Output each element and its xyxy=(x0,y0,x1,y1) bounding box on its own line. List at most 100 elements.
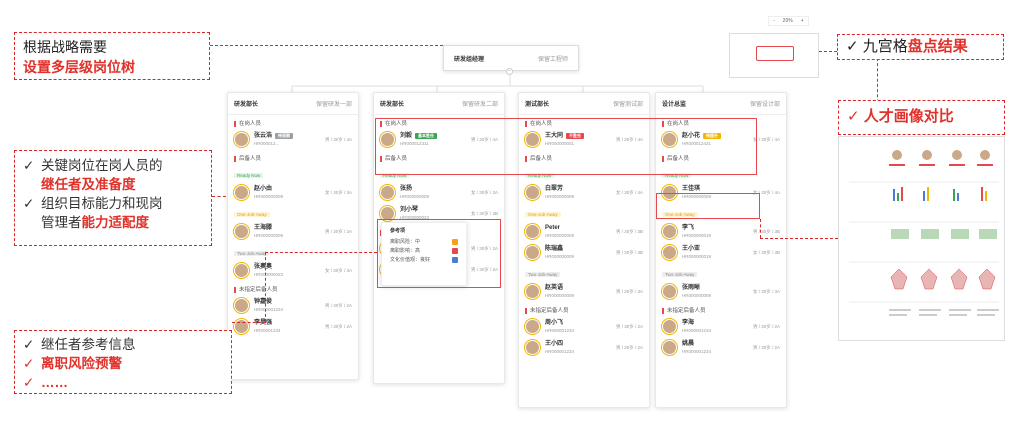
person-info: 张奥奥 HR000000023 xyxy=(254,264,283,278)
person-card[interactable]: 钟嘉俊 HR000001234 男 / 30岁 / 2A xyxy=(228,295,358,316)
section-marker xyxy=(234,286,236,293)
person-card[interactable]: 李昊强 HR00001234 男 / 30岁 / 2A xyxy=(228,316,358,337)
check-icon: ✓ xyxy=(23,356,35,371)
person-card[interactable]: 张扬 HR000000009 女 / 30岁 / 3A xyxy=(374,182,504,203)
person-card[interactable]: Peter HR000000009 男 / 30岁 / 3B xyxy=(519,221,649,242)
talent-portrait-graphics xyxy=(849,150,999,316)
check-icon: ✓ xyxy=(23,337,35,352)
check-icon: ✓ xyxy=(23,375,35,390)
avatar xyxy=(662,340,677,355)
person-card[interactable]: 张奥奥 HR000000023 女 / 30岁 / 3A xyxy=(228,260,358,281)
person-name: 张云浩 待观察 xyxy=(254,132,294,140)
callout-ninebox-highlight: 盘点结果 xyxy=(907,38,968,55)
column-subtitle: 保留设计部 xyxy=(749,102,780,108)
section-marker xyxy=(525,307,527,314)
person-name: 李昊强 xyxy=(254,319,273,326)
person-card[interactable]: 张云浩 待观察 HR000012... 男 / 30岁 / 4A xyxy=(228,129,358,150)
column-title: 设计总监 xyxy=(662,102,687,108)
readiness-tag: One-Job-Away xyxy=(525,212,561,217)
person-code: HR000000009 xyxy=(400,193,430,199)
person-meta: 女 / 30岁 / 3A xyxy=(752,288,780,294)
column-subtitle: 保留研发一部 xyxy=(315,102,352,108)
person-info: 姚晨 HR000001234 xyxy=(682,341,711,355)
column-header[interactable]: 测试部长 保留测试部 xyxy=(519,93,649,115)
person-name: 周小飞 xyxy=(545,319,564,326)
person-code: HR000001234 xyxy=(254,306,284,312)
candidate-highlight xyxy=(656,193,760,219)
callout-ninebox: ✓ 九宫格盘点结果 xyxy=(837,34,1004,60)
person-name: 张雨晰 xyxy=(682,284,701,291)
person-code: HR000001234 xyxy=(682,348,712,354)
section-marker xyxy=(662,307,664,314)
person-code: HR000000009 xyxy=(682,292,712,298)
key-item2-text: 组织目标能力和现岗 xyxy=(41,196,163,211)
talent-portrait-panel xyxy=(838,136,1005,341)
avatar xyxy=(234,185,249,200)
person-info: 白翠芳 HR000000009 xyxy=(545,186,574,200)
avatar xyxy=(525,224,540,239)
check-icon: ✓ xyxy=(847,108,860,125)
person-card[interactable]: 赵小由 HR000000009 女 / 30岁 / 3A xyxy=(228,182,358,203)
callout-ninebox-text: 九宫格 xyxy=(862,38,908,55)
person-code: HR000000009 xyxy=(254,193,284,199)
check-icon: ✓ xyxy=(846,38,859,55)
person-info: 张云浩 待观察 HR000012... xyxy=(254,132,294,147)
avatar xyxy=(525,185,540,200)
person-card[interactable]: 陈瑞鑫 HR000000009 男 / 30岁 / 3B xyxy=(519,242,649,263)
person-name: 白翠芳 xyxy=(545,185,564,192)
person-code: HR000012... xyxy=(254,140,280,146)
readiness-tag: Two-Job-Away xyxy=(525,272,561,277)
column-header[interactable]: 研发部长 保留研发二部 xyxy=(374,93,504,115)
person-card[interactable]: 白翠芳 HR000000009 女 / 30岁 / 4A xyxy=(519,182,649,203)
person-meta: 男 / 30岁 / 4A xyxy=(324,136,352,142)
person-meta: 女 / 30岁 / 4A xyxy=(615,189,643,195)
callout-successor-info: ✓ 继任者参考信息 ✓ 离职风险预警 ✓ …… xyxy=(14,330,232,394)
column-title: 研发部长 xyxy=(380,102,405,108)
check-icon: ✓ xyxy=(23,158,35,173)
person-name: 赵小由 xyxy=(254,185,273,192)
avatar xyxy=(234,298,249,313)
person-code: HR000000009 xyxy=(545,193,575,199)
column-header[interactable]: 研发部长 保留研发一部 xyxy=(228,93,358,115)
person-card[interactable]: 李海 HR000001234 男 / 30岁 / 2A xyxy=(656,316,786,337)
label: 未指定后备人员 xyxy=(530,308,569,314)
person-code: HR000000009 xyxy=(545,292,575,298)
section-marker xyxy=(234,155,236,162)
person-card[interactable]: 王小亚 HR000000019 女 / 30岁 / 3B xyxy=(656,242,786,263)
label: 未指定后备人员 xyxy=(239,287,278,293)
person-card[interactable]: 姚晨 HR000001234 男 / 30岁 / 2A xyxy=(656,337,786,358)
person-name: 王小四 xyxy=(545,340,564,347)
avatar xyxy=(525,245,540,260)
person-info: 张扬 HR000000009 xyxy=(400,186,429,200)
person-card[interactable]: 张雨晰 HR000000009 女 / 30岁 / 3A xyxy=(656,281,786,302)
callout-tree-line2: 设置多层级岗位树 xyxy=(23,59,135,75)
person-meta: 男 / 30岁 / 3B xyxy=(615,249,643,255)
person-meta: 女 / 30岁 / 3A xyxy=(324,189,352,195)
callout-portrait: ✓ 人才画像对比 xyxy=(838,100,1005,135)
person-info: Peter HR000000009 xyxy=(545,225,574,239)
avatar xyxy=(380,185,395,200)
readiness-tag: Ready Now xyxy=(234,173,264,178)
incumbent-section-label: 在岗人员 xyxy=(228,115,358,129)
person-name: 刘小琴 xyxy=(400,206,419,213)
avatar xyxy=(525,340,540,355)
label: 后备人员 xyxy=(239,156,262,162)
person-meta: 女 / 30岁 / 3A xyxy=(324,267,352,273)
person-meta: 男 / 30岁 / 3A xyxy=(324,228,352,234)
key-item1-highlight: 继任者及准备度 xyxy=(41,177,136,192)
avatar xyxy=(662,224,677,239)
person-meta: 女 / 30岁 / 3B xyxy=(470,210,498,216)
person-card[interactable]: 赵英语 HR000000009 男 / 30岁 / 3A xyxy=(519,281,649,302)
person-meta: 女 / 30岁 / 3A xyxy=(470,189,498,195)
person-card[interactable]: 王小四 HR000001234 男 / 30岁 / 2A xyxy=(519,337,649,358)
person-card[interactable]: 王海滕 HR000000009 男 / 30岁 / 3A xyxy=(228,221,358,242)
person-info: 李飞 HR000000019 xyxy=(682,225,711,239)
person-info: 张雨晰 HR000000009 xyxy=(682,285,711,299)
column-header[interactable]: 设计总监 保留设计部 xyxy=(656,93,786,115)
person-code: HR000000009 xyxy=(545,232,575,238)
person-card[interactable]: 周小飞 HR000001234 男 / 30岁 / 2A xyxy=(519,316,649,337)
readiness-tag: Two-Job-Away xyxy=(662,272,698,277)
callout-position-tree: 根据战略需要 设置多层级岗位树 xyxy=(14,32,210,80)
succ-item1-text: 继任者参考信息 xyxy=(41,337,136,352)
reserve-section-label: 后备人员 xyxy=(228,150,358,164)
